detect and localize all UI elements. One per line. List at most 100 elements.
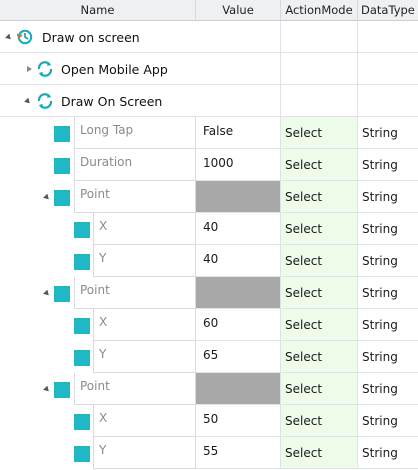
actionmode-cell[interactable]: Select (281, 309, 358, 341)
value-cell[interactable]: 50 (196, 405, 281, 437)
value-cell[interactable]: 65 (196, 341, 281, 373)
value-cell-disabled (196, 181, 281, 213)
param-value: 65 (203, 348, 219, 362)
param-datatype: String (362, 222, 398, 236)
name-cell: Open Mobile App (0, 53, 196, 85)
param-datatype: String (362, 318, 398, 332)
value-cell[interactable]: False (196, 117, 281, 149)
param-actionmode: Select (285, 222, 323, 236)
expand-arrow-icon[interactable] (43, 193, 51, 202)
name-cell: Y (93, 245, 196, 277)
param-value: 50 (203, 412, 219, 426)
name-cell: X (93, 405, 196, 437)
parameter-square-icon (74, 254, 90, 270)
parameter-square-icon (74, 350, 90, 366)
expand-arrow-icon[interactable] (24, 97, 32, 106)
name-cell: Point (74, 277, 196, 309)
datatype-cell: String (358, 213, 418, 245)
actionmode-cell[interactable]: Select (281, 245, 358, 277)
param-row[interactable]: X 40 Select String (0, 213, 418, 245)
value-cell-disabled (196, 277, 281, 309)
param-actionmode: Select (285, 382, 323, 396)
datatype-cell: String (358, 277, 418, 309)
name-cell: X (93, 309, 196, 341)
datatype-cell (358, 85, 418, 117)
param-actionmode: Select (285, 254, 323, 268)
param-row[interactable]: Y 55 Select String (0, 437, 418, 469)
param-datatype: String (362, 382, 398, 396)
param-name: X (99, 315, 108, 329)
value-cell[interactable]: 55 (196, 437, 281, 469)
param-row[interactable]: Long Tap False Select String (0, 117, 418, 149)
actionmode-cell[interactable]: Select (281, 181, 358, 213)
tree-row-draw-on-screen[interactable]: Draw On Screen (0, 85, 418, 117)
param-value: False (203, 124, 234, 138)
value-cell[interactable]: 40 (196, 213, 281, 245)
param-actionmode: Select (285, 414, 323, 428)
param-row[interactable]: X 50 Select String (0, 405, 418, 437)
datatype-cell: String (358, 341, 418, 373)
param-row-point[interactable]: Point Select String (0, 277, 418, 309)
param-value: 60 (203, 316, 219, 330)
parameter-square-icon (74, 414, 90, 430)
datatype-cell: String (358, 437, 418, 469)
actionmode-cell[interactable]: Select (281, 213, 358, 245)
value-cell (196, 21, 281, 53)
expand-arrow-icon[interactable] (43, 289, 51, 298)
value-cell[interactable]: 40 (196, 245, 281, 277)
parameter-square-icon (54, 190, 70, 206)
param-row-point[interactable]: Point Select String (0, 181, 418, 213)
datatype-cell: String (358, 405, 418, 437)
datatype-cell: String (358, 309, 418, 341)
datatype-cell: String (358, 117, 418, 149)
param-name: Point (80, 379, 110, 393)
actionmode-cell[interactable]: Select (281, 149, 358, 181)
param-row[interactable]: Y 40 Select String (0, 245, 418, 277)
name-cell: Y (93, 437, 196, 469)
param-datatype: String (362, 158, 398, 172)
tree-row-open-mobile-app[interactable]: Open Mobile App (0, 53, 418, 85)
param-actionmode: Select (285, 350, 323, 364)
draw-on-screen-label: Draw On Screen (61, 94, 163, 109)
actionmode-cell[interactable]: Select (281, 117, 358, 149)
column-header-value[interactable]: Value (196, 0, 281, 21)
param-datatype: String (362, 286, 398, 300)
refresh-cycle-icon (37, 61, 53, 77)
param-value: 40 (203, 220, 219, 234)
flow-step-icon (17, 29, 33, 45)
collapse-arrow-icon[interactable] (27, 66, 32, 72)
value-cell[interactable]: 1000 (196, 149, 281, 181)
expand-arrow-icon[interactable] (5, 33, 13, 42)
datatype-cell: String (358, 373, 418, 405)
param-row[interactable]: Y 65 Select String (0, 341, 418, 373)
actionmode-cell[interactable]: Select (281, 341, 358, 373)
actionmode-cell[interactable]: Select (281, 405, 358, 437)
param-datatype: String (362, 350, 398, 364)
name-cell: Draw On Screen (0, 85, 196, 117)
tree-row-root[interactable]: Draw on screen (0, 21, 418, 53)
column-header-name[interactable]: Name (0, 0, 196, 21)
parameter-square-icon (74, 446, 90, 462)
param-name: Y (99, 443, 107, 457)
value-cell[interactable]: 60 (196, 309, 281, 341)
param-name: Point (80, 187, 110, 201)
param-name: Y (99, 347, 107, 361)
parameter-square-icon (54, 126, 70, 142)
name-cell: Point (74, 181, 196, 213)
name-cell: Duration (74, 149, 196, 181)
expand-arrow-icon[interactable] (43, 385, 51, 394)
column-header-actionmode[interactable]: ActionMode (281, 0, 358, 21)
param-row[interactable]: X 60 Select String (0, 309, 418, 341)
datatype-cell: String (358, 149, 418, 181)
actionmode-cell[interactable]: Select (281, 277, 358, 309)
column-header-datatype[interactable]: DataType (358, 0, 418, 21)
parameter-square-icon (74, 318, 90, 334)
param-row[interactable]: Duration 1000 Select String (0, 149, 418, 181)
actionmode-cell[interactable]: Select (281, 373, 358, 405)
actionmode-cell[interactable]: Select (281, 437, 358, 469)
name-cell: Draw on screen (0, 21, 196, 53)
parameter-square-icon (54, 286, 70, 302)
param-row-point[interactable]: Point Select String (0, 373, 418, 405)
parameter-square-icon (74, 222, 90, 238)
param-value: 55 (203, 444, 219, 458)
